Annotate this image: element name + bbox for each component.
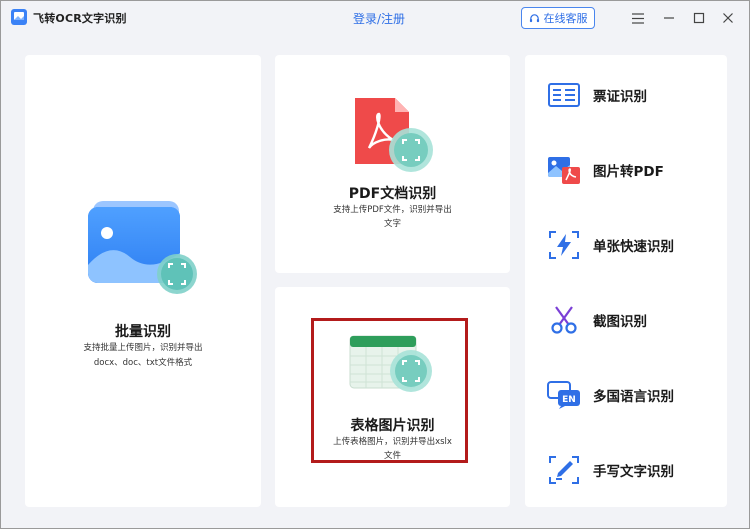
scissors-icon — [547, 303, 581, 337]
online-service-button[interactable]: 在线客服 — [521, 7, 595, 29]
pdf-document-icon — [355, 98, 433, 172]
app-logo-icon — [11, 9, 27, 25]
sidebar-item-ticket-recognition[interactable]: 票证识别 — [547, 77, 647, 113]
sidebar-item-screenshot-recognition[interactable]: 截图识别 — [547, 302, 647, 338]
pen-icon — [547, 453, 581, 487]
title-bar: 飞转OCR文字识别 登录/注册 在线客服 — [1, 1, 749, 35]
sidebar-item-multilanguage-recognition[interactable]: EN 多国语言识别 — [547, 377, 674, 413]
batch-desc-1: 支持批量上传图片，识别并导出 — [83, 343, 203, 353]
pdf-desc-1: 支持上传PDF文件，识别并导出 — [333, 205, 452, 215]
feature-sidebar: 票证识别 图片转PDF 单张快速识别 截图识别 EN 多国语言识别 手写文字识别 — [525, 55, 727, 507]
sidebar-item-label: 手写文字识别 — [593, 464, 674, 480]
maximize-icon — [693, 12, 705, 24]
sidebar-item-label: 多国语言识别 — [593, 389, 674, 405]
maximize-button[interactable] — [688, 7, 710, 29]
batch-recognition-card[interactable]: 批量识别 支持批量上传图片，识别并导出 docx、doc、txt文件格式 — [25, 55, 261, 507]
batch-title: 批量识别 — [115, 324, 171, 340]
lightning-scan-icon — [547, 228, 581, 262]
sidebar-item-handwriting-recognition[interactable]: 手写文字识别 — [547, 452, 674, 488]
table-recognition-card[interactable]: 表格图片识别 上传表格图片，识别并导出xslx 文件 — [275, 287, 510, 507]
batch-images-icon — [88, 201, 197, 294]
close-icon — [723, 13, 733, 23]
headset-icon — [529, 13, 539, 22]
table-title: 表格图片识别 — [350, 418, 435, 434]
sidebar-item-label: 单张快速识别 — [593, 239, 674, 255]
pdf-desc-2: 文字 — [383, 219, 401, 229]
online-service-label: 在线客服 — [543, 12, 588, 25]
app-title: 飞转OCR文字识别 — [33, 12, 127, 25]
login-register-link[interactable]: 登录/注册 — [353, 10, 405, 27]
batch-desc-2: docx、doc、txt文件格式 — [93, 358, 193, 368]
pdf-title: PDF文档识别 — [348, 186, 437, 202]
pdf-recognition-card[interactable]: PDF文档识别 支持上传PDF文件，识别并导出 文字 — [275, 55, 510, 273]
sidebar-item-label: 图片转PDF — [593, 164, 664, 180]
sidebar-item-quick-recognition[interactable]: 单张快速识别 — [547, 227, 674, 263]
sidebar-item-image-to-pdf[interactable]: 图片转PDF — [547, 152, 664, 188]
table-desc-1: 上传表格图片，识别并导出xslx — [333, 437, 452, 447]
table-desc-2: 文件 — [383, 451, 401, 461]
menu-button[interactable] — [627, 7, 649, 29]
hamburger-icon — [632, 12, 644, 24]
image-to-pdf-icon — [547, 153, 581, 187]
close-button[interactable] — [717, 7, 739, 29]
id-card-icon — [547, 78, 581, 112]
minimize-icon — [664, 17, 674, 19]
sidebar-item-label: 截图识别 — [593, 314, 647, 330]
svg-text:EN: EN — [562, 395, 576, 405]
language-en-icon: EN — [547, 378, 581, 412]
sidebar-item-label: 票证识别 — [593, 89, 647, 105]
minimize-button[interactable] — [658, 7, 680, 29]
table-spreadsheet-icon — [349, 335, 432, 392]
